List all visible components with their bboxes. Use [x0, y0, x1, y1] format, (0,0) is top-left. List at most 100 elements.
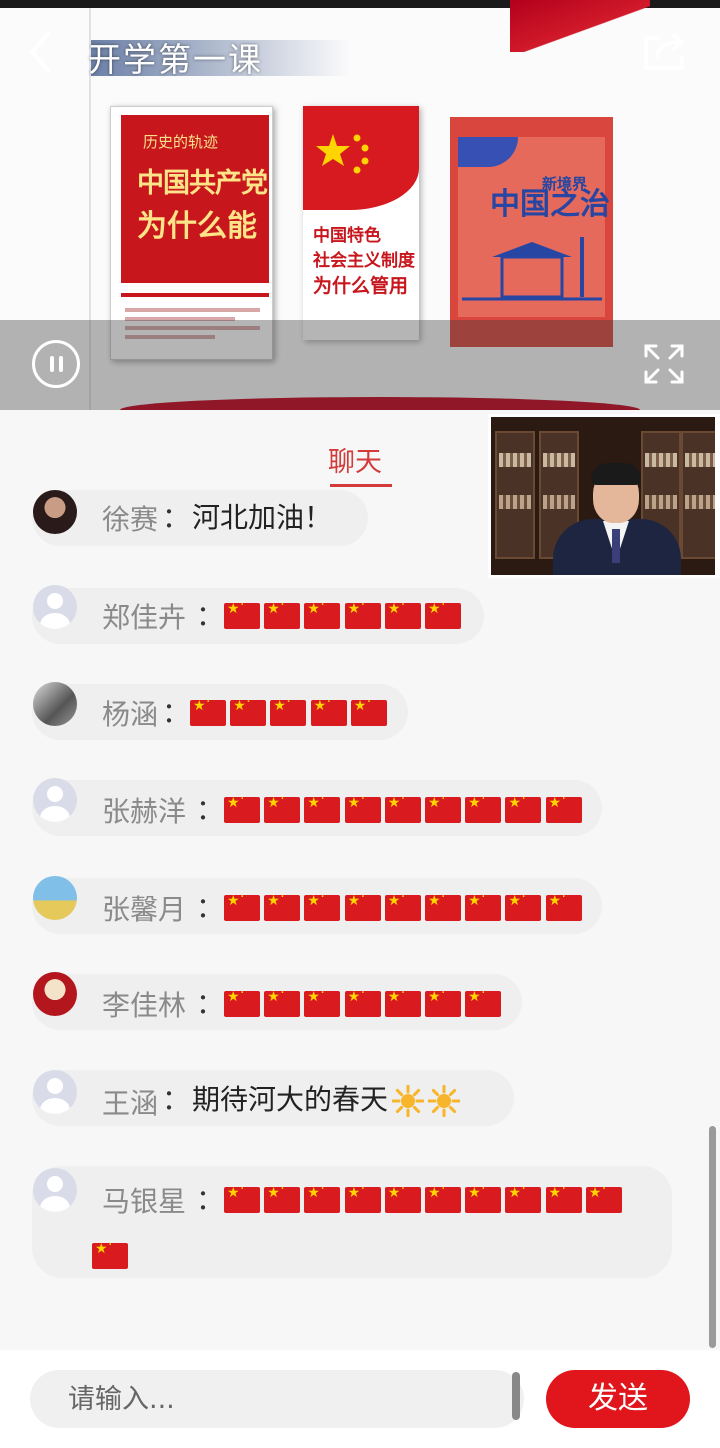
page-title: 开学第一课: [88, 40, 263, 79]
message-author: 徐赛: [102, 503, 159, 536]
book-1-line2: 中国共产党: [137, 168, 268, 199]
china-flag-icon: [304, 791, 341, 823]
china-flag-icon: [224, 597, 260, 629]
china-flag-icon: [424, 1181, 461, 1213]
message-flags: [224, 597, 465, 631]
china-flag-icon: [424, 791, 461, 823]
message-text: 期待河大的春天: [192, 1078, 461, 1118]
message-flags: [190, 694, 391, 728]
message-colon: ：: [162, 501, 191, 534]
message-author: 马银星: [102, 1185, 187, 1218]
message-colon: ：: [196, 891, 225, 924]
message-flags: [224, 985, 505, 1019]
message-colon: ：: [162, 1083, 191, 1116]
avatar[interactable]: [33, 682, 77, 726]
avatar[interactable]: [33, 490, 77, 534]
china-flag-icon: [545, 1181, 582, 1213]
message-flags-line2: [92, 1237, 132, 1271]
china-flag-icon: [465, 1181, 502, 1213]
china-flag-icon: [264, 597, 301, 629]
message-author: 郑佳卉: [102, 601, 187, 634]
pause-button[interactable]: [32, 340, 80, 388]
tab-chat[interactable]: 聊天: [328, 440, 382, 479]
china-flag-icon: [264, 889, 301, 921]
message-author: 张赫洋: [102, 795, 187, 828]
china-flag-icon: [585, 1181, 622, 1213]
message-colon: ：: [196, 599, 225, 632]
fullscreen-icon: [644, 344, 684, 384]
message-colon: ：: [196, 987, 225, 1020]
back-button[interactable]: [22, 28, 62, 76]
china-flag-icon: [384, 889, 421, 921]
book-2-line2: 社会主义制度: [313, 251, 415, 271]
china-flag-icon: [224, 889, 260, 921]
china-flag-icon: [344, 985, 381, 1017]
avatar[interactable]: [33, 778, 77, 822]
sun-icon: [428, 1085, 461, 1117]
tab-chat-indicator: [330, 484, 392, 487]
message-colon: ：: [196, 793, 225, 826]
avatar[interactable]: [33, 585, 77, 629]
avatar[interactable]: [33, 1070, 77, 1114]
message-flags: [224, 791, 586, 825]
share-button[interactable]: [640, 28, 690, 74]
china-flag-icon: [384, 1181, 421, 1213]
china-flag-icon: [344, 597, 381, 629]
message-colon: ：: [196, 1183, 225, 1216]
china-flag-icon: [424, 597, 461, 629]
avatar[interactable]: [33, 972, 77, 1016]
china-flag-icon: [264, 1181, 301, 1213]
chat-input[interactable]: [30, 1370, 524, 1428]
message-text: 河北加油！: [192, 501, 333, 534]
message-author: 王涵: [102, 1087, 159, 1120]
book-2-line3: 为什么管用: [313, 275, 409, 297]
share-icon: [644, 32, 684, 70]
china-flag-icon: [350, 694, 387, 726]
avatar[interactable]: [33, 876, 77, 920]
china-flag-icon: [384, 597, 421, 629]
book-cover-3: 新境界 中国之治: [450, 117, 613, 347]
book-cover-2: 中国特色 社会主义制度 为什么管用: [303, 106, 419, 340]
input-scrollbar: [512, 1372, 520, 1420]
book-3-line2: 中国之治: [490, 187, 610, 222]
china-flag-icon: [505, 791, 542, 823]
book-1-line1: 历史的轨迹: [143, 133, 219, 151]
china-flag-icon: [92, 1237, 128, 1269]
message-colon: ：: [162, 696, 191, 729]
china-flag-icon: [465, 791, 502, 823]
china-flag-icon: [344, 1181, 381, 1213]
player-controls-overlay: [0, 320, 720, 410]
china-flag-icon: [465, 985, 502, 1017]
chevron-left-icon: [30, 32, 50, 72]
china-flag-icon: [224, 791, 260, 823]
china-flag-icon: [304, 597, 341, 629]
message-author: 张馨月: [102, 893, 187, 926]
china-flag-icon: [344, 889, 381, 921]
china-flag-icon: [304, 985, 341, 1017]
message-author: 李佳林: [102, 989, 187, 1022]
china-flag-icon: [424, 985, 461, 1017]
slide-decoration: [510, 0, 650, 52]
fullscreen-button[interactable]: [642, 342, 686, 386]
message-author: 杨涵: [102, 698, 159, 731]
avatar[interactable]: [33, 1168, 77, 1212]
sun-icon: [392, 1085, 425, 1117]
video-player[interactable]: 历史的轨迹 中国共产党 为什么能 中国特色 社会主义制度 为什么管用 新境界 中…: [0, 0, 720, 410]
book-2-line1: 中国特色: [313, 226, 381, 246]
china-flag-icon: [384, 791, 421, 823]
china-flag-icon: [465, 889, 502, 921]
china-flag-icon: [264, 985, 301, 1017]
send-button[interactable]: 发送: [546, 1370, 690, 1428]
message-text-content: 期待河大的春天: [192, 1083, 389, 1116]
china-flag-icon: [384, 985, 421, 1017]
china-flag-icon: [304, 889, 341, 921]
chat-scrollbar[interactable]: [709, 1126, 716, 1348]
china-flag-icon: [190, 694, 226, 726]
book-1-line3: 为什么能: [137, 209, 257, 244]
china-flag-icon: [344, 791, 381, 823]
speaker-video[interactable]: [488, 414, 720, 578]
china-flag-icon: [224, 985, 260, 1017]
china-flag-icon: [545, 791, 582, 823]
china-flag-icon: [304, 1181, 341, 1213]
china-flag-icon: [505, 889, 542, 921]
